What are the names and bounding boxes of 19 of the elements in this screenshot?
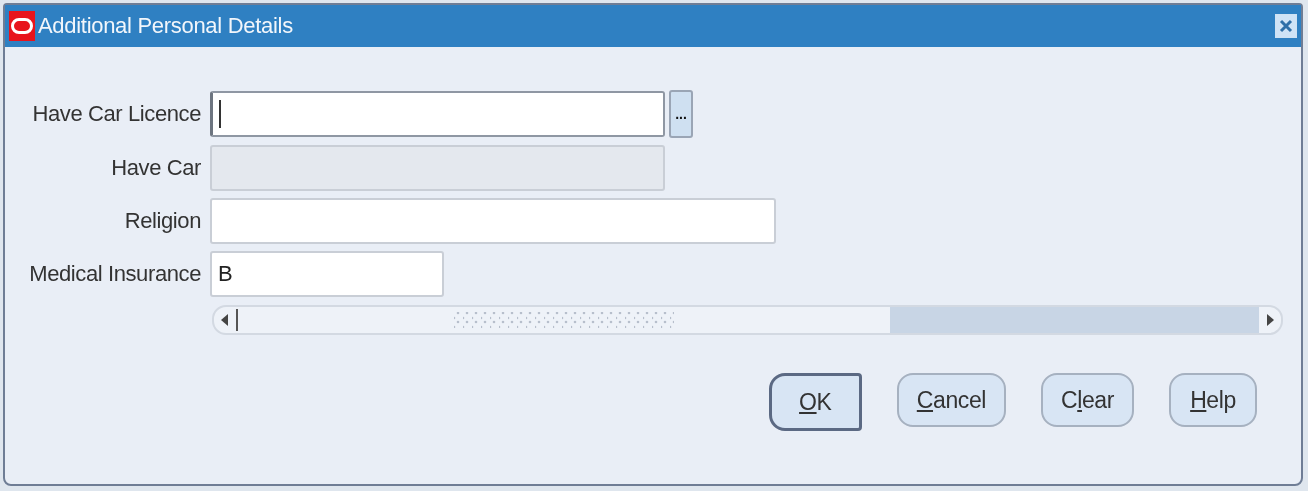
- dialog-button[interactable]: Clear: [1041, 373, 1134, 427]
- field-label: Medical Insurance: [28, 261, 201, 287]
- dialog-button[interactable]: Cancel: [896, 373, 1006, 427]
- app-logo-icon: [9, 11, 35, 41]
- window-title: Additional Personal Details: [38, 13, 294, 39]
- scroll-right-icon[interactable]: [1266, 314, 1274, 326]
- horizontal-scrollbar[interactable]: [212, 305, 1283, 335]
- input-field[interactable]: [210, 198, 776, 244]
- field-label: Religion: [123, 208, 201, 234]
- field-label: Have Car: [110, 155, 201, 181]
- list-of-values-button[interactable]: ...: [669, 90, 693, 138]
- input-field[interactable]: B: [210, 251, 444, 297]
- input-field[interactable]: [210, 91, 665, 137]
- dialog-button[interactable]: OK: [768, 373, 862, 431]
- field-label: Have Car Licence: [31, 101, 201, 127]
- close-button[interactable]: [1275, 14, 1297, 38]
- close-icon: [1279, 19, 1293, 33]
- dialog-button[interactable]: Help: [1169, 373, 1257, 427]
- scroll-left-icon[interactable]: [221, 314, 229, 326]
